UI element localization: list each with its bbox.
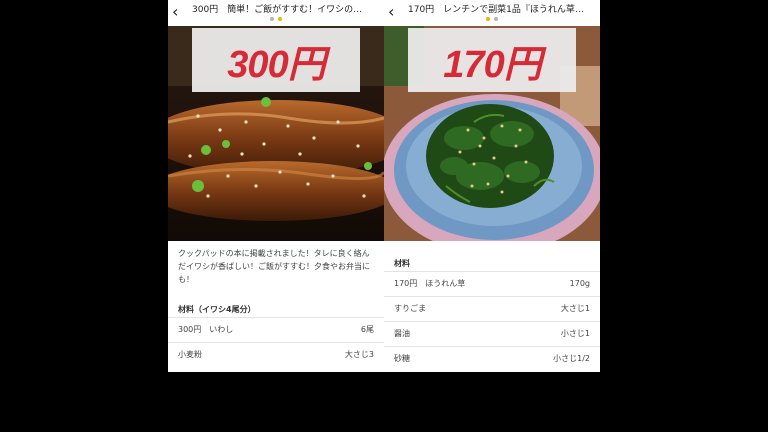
ingredient-name: 醤油 bbox=[394, 329, 410, 338]
divider bbox=[168, 317, 384, 318]
divider bbox=[384, 321, 600, 322]
divider bbox=[168, 342, 384, 343]
ingredient-qty: 小さじ1 bbox=[560, 329, 590, 338]
ingredient-name: 砂糖 bbox=[394, 354, 410, 363]
recipe-photo: 170円 bbox=[384, 26, 600, 241]
nav-title: 300円 簡単！ご飯がすすむ！イワシの… bbox=[192, 5, 363, 15]
page-dot-active[interactable] bbox=[278, 17, 282, 21]
page-dot-active[interactable] bbox=[486, 17, 490, 21]
page-dot[interactable] bbox=[270, 17, 274, 21]
ingredient-qty: 170g bbox=[569, 279, 590, 288]
ingredient-qty: 小さじ1/2 bbox=[553, 354, 590, 363]
ingredient-row: すりごま 大さじ1 bbox=[394, 302, 590, 316]
page-indicator bbox=[384, 17, 600, 21]
ingredient-row: 砂糖 小さじ1/2 bbox=[394, 352, 590, 366]
price-overlay: 300円 bbox=[192, 28, 360, 92]
ingredient-row: 小麦粉 大さじ3 bbox=[178, 348, 374, 362]
ingredient-name: 300円 いわし bbox=[178, 325, 234, 334]
recipe-panel-left: ‹ 300円 簡単！ご飯がすすむ！イワシの… 300円 クックパッドの本に掲載さ… bbox=[168, 0, 384, 372]
ingredient-row: 170円 ほうれん草 170g bbox=[394, 277, 590, 291]
recipe-description: クックパッドの本に掲載されました！タレに良く絡んだイワシが香ばしい！ご飯がすすむ… bbox=[178, 249, 370, 284]
ingredients-title: 材料 bbox=[394, 259, 410, 268]
ingredient-qty: 大さじ3 bbox=[344, 350, 374, 359]
recipe-photo: 300円 bbox=[168, 26, 384, 241]
ingredient-name: すりごま bbox=[394, 304, 426, 313]
page-indicator bbox=[168, 17, 384, 21]
ingredient-row: 醤油 小さじ1 bbox=[394, 327, 590, 341]
price-overlay-text: 170円 bbox=[443, 43, 541, 86]
divider bbox=[384, 296, 600, 297]
ingredient-row: 300円 いわし 6尾 bbox=[178, 323, 374, 337]
divider bbox=[384, 271, 600, 272]
divider bbox=[384, 346, 600, 347]
nav-bar: ‹ 170円 レンチンで副菜1品『ほうれん草… bbox=[384, 0, 600, 27]
nav-bar: ‹ 300円 簡単！ご飯がすすむ！イワシの… bbox=[168, 0, 384, 27]
price-overlay: 170円 bbox=[408, 28, 576, 92]
price-overlay-text: 300円 bbox=[227, 43, 325, 86]
ingredient-qty: 6尾 bbox=[360, 325, 374, 334]
page-dot[interactable] bbox=[494, 17, 498, 21]
ingredient-name: 170円 ほうれん草 bbox=[394, 279, 466, 288]
ingredient-name: 小麦粉 bbox=[178, 350, 202, 359]
ingredients-title: 材料（イワシ4尾分） bbox=[178, 305, 256, 314]
nav-title: 170円 レンチンで副菜1品『ほうれん草… bbox=[408, 5, 584, 15]
recipe-panel-right: ‹ 170円 レンチンで副菜1品『ほうれん草… 170円 材料 170円 ほうれ… bbox=[384, 0, 600, 372]
ingredient-qty: 大さじ1 bbox=[560, 304, 590, 313]
